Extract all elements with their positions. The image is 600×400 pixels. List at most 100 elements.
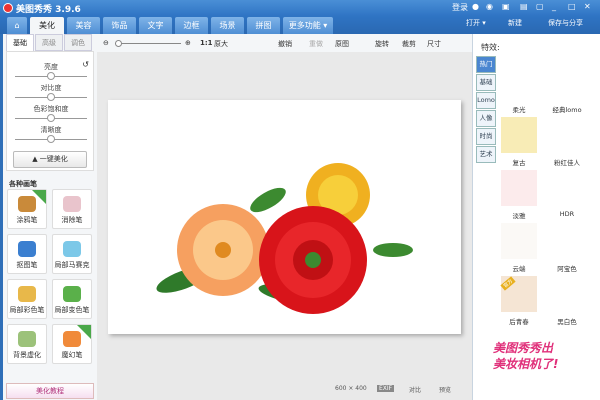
wand-icon: ▲ — [32, 155, 40, 163]
effect-thumbnail[interactable] — [501, 117, 537, 153]
effect-thumbnail[interactable] — [549, 170, 585, 206]
open-button[interactable]: 打开 ▾ — [466, 18, 486, 28]
effects-tab-2[interactable]: Lomo — [476, 92, 496, 109]
home-icon[interactable]: ⌂ — [7, 17, 27, 34]
saturation-slider[interactable] — [15, 114, 87, 122]
subtab-advanced[interactable]: 高级 — [35, 34, 63, 51]
saturation-label: 色彩饱和度 — [33, 105, 69, 113]
undo-button[interactable]: 撤销 — [278, 39, 292, 49]
ratio-button[interactable]: 1:1 — [200, 39, 213, 47]
new-button[interactable]: 新建 — [508, 18, 522, 28]
maximize-icon[interactable]: □ — [568, 2, 576, 11]
zoom-slider[interactable] — [115, 40, 181, 47]
compare-button[interactable]: 对比 — [409, 385, 421, 394]
tab-beautify[interactable]: 美化 — [30, 17, 64, 34]
brush-5[interactable]: 局部变色笔 — [52, 279, 92, 319]
tab-more[interactable]: 更多功能 ▾ — [283, 17, 333, 34]
brush-3[interactable]: 局部马赛克 — [52, 234, 92, 274]
app-title: 美图秀秀 3.9.6 — [16, 5, 81, 15]
brushes-title: 各种画笔 — [9, 180, 37, 188]
image-size: 600 × 400 — [335, 385, 367, 392]
effect-label[interactable]: 淡雅 — [500, 210, 538, 220]
tab-scene[interactable]: 场景 — [211, 17, 244, 34]
brush-2[interactable]: 抠图笔 — [7, 234, 47, 274]
qq-icon[interactable]: ● — [472, 2, 479, 11]
peony-image — [156, 163, 413, 314]
menu-icon[interactable]: ▢ — [536, 2, 544, 11]
effect-thumbnail[interactable] — [501, 170, 537, 206]
effect-label[interactable]: 粉红佳人 — [548, 157, 586, 167]
brush-1[interactable]: 消除笔 — [52, 189, 92, 229]
zoom-out-icon[interactable]: ⊖ — [103, 39, 109, 47]
brush-0[interactable]: 涂鸦笔 — [7, 189, 47, 229]
tab-frame[interactable]: 边框 — [175, 17, 208, 34]
effects-tab-4[interactable]: 时尚 — [476, 128, 496, 145]
brush-label: 局部变色笔 — [54, 306, 90, 314]
original-image-button[interactable]: 原图 — [335, 39, 349, 49]
brush-label: 抠图笔 — [16, 261, 38, 269]
effect-label[interactable]: 复古 — [500, 157, 538, 167]
close-icon[interactable]: ✕ — [584, 2, 591, 11]
effect-label[interactable]: 柔光 — [500, 104, 538, 114]
effect-label[interactable]: 经典lomo — [548, 104, 586, 114]
effect-label[interactable]: 后青春 — [500, 316, 538, 326]
effect-label[interactable]: 云端 — [500, 263, 538, 273]
main-tabs: ⌂ 美化 美容 饰品 文字 边框 场景 拼图 更多功能 ▾ 打开 ▾ 新建 保存… — [0, 16, 600, 34]
tab-accessories[interactable]: 饰品 — [103, 17, 136, 34]
login-link[interactable]: 登录 — [452, 2, 468, 13]
effects-tab-0[interactable]: 热门 — [476, 56, 496, 73]
effect-thumbnail[interactable] — [501, 223, 537, 259]
brush-7[interactable]: 魔幻笔 — [52, 324, 92, 364]
effect-label[interactable]: 黑白色 — [548, 316, 586, 326]
brush-6[interactable]: 背景虚化 — [7, 324, 47, 364]
tab-text[interactable]: 文字 — [139, 17, 172, 34]
subtab-color[interactable]: 调色 — [64, 34, 92, 51]
zoom-in-icon[interactable]: ⊕ — [185, 39, 191, 47]
brightness-slider[interactable] — [15, 72, 87, 80]
brush-4[interactable]: 局部彩色笔 — [7, 279, 47, 319]
crop-button[interactable]: 裁剪 — [402, 39, 416, 49]
tab-face[interactable]: 美容 — [67, 17, 100, 34]
brush-icon — [18, 286, 36, 302]
sharpness-label: 清晰度 — [40, 126, 62, 134]
effect-thumbnail[interactable] — [549, 117, 585, 153]
weibo-icon[interactable]: ◉ — [486, 2, 493, 11]
effect-thumbnail[interactable] — [549, 276, 585, 312]
exif-button[interactable]: EXIF — [377, 385, 395, 392]
feedback-icon[interactable]: ▤ — [520, 2, 528, 11]
brush-icon — [18, 331, 36, 347]
effect-label[interactable]: HDR — [548, 210, 586, 218]
effect-label[interactable]: 阿宝色 — [548, 263, 586, 273]
original-size-button[interactable]: 原大 — [214, 39, 228, 49]
one-key-beautify-button[interactable]: ▲ 一键美化 — [13, 151, 87, 168]
save-share-button[interactable]: 保存与分享 — [548, 18, 583, 28]
minimize-icon[interactable]: _ — [552, 2, 556, 11]
one-key-label: 一键美化 — [39, 155, 68, 163]
effect-thumbnail[interactable] — [501, 64, 537, 100]
sharpness-slider[interactable] — [15, 135, 87, 143]
effect-thumbnail[interactable] — [549, 64, 585, 100]
official-badge: 官方 — [500, 276, 516, 291]
brightness-label: 亮度 — [44, 63, 58, 71]
effects-tab-5[interactable]: 艺术 — [476, 146, 496, 163]
effects-tab-1[interactable]: 基础 — [476, 74, 496, 91]
contrast-label: 对比度 — [40, 84, 62, 92]
effect-thumbnail[interactable]: 官方 — [500, 276, 537, 312]
tab-collage[interactable]: 拼图 — [247, 17, 280, 34]
effect-thumbnail[interactable] — [549, 223, 585, 259]
brush-icon — [63, 241, 81, 257]
rotate-button[interactable]: 旋转 — [375, 39, 389, 49]
promo-banner[interactable]: 美图秀秀出 美妆相机了! — [493, 340, 558, 372]
skin-icon[interactable]: ▣ — [502, 2, 510, 11]
tutorial-button[interactable]: 美化教程 — [6, 383, 94, 399]
brush-icon — [18, 241, 36, 257]
redo-button[interactable]: 重做 — [309, 39, 323, 49]
effects-tab-3[interactable]: 人像 — [476, 110, 496, 127]
title-bar: 美图秀秀 3.9.6 登录 ● ◉ ▣ ▤ ▢ _ □ ✕ — [0, 0, 600, 16]
resize-button[interactable]: 尺寸 — [427, 39, 441, 49]
left-panel: 基础 高级 调色 ↺ 亮度 对比度 色彩饱和度 清晰度 ▲ 一键美化 各种画笔 … — [3, 34, 97, 400]
preview-button[interactable]: 预览 — [439, 385, 451, 394]
photo[interactable] — [108, 100, 461, 334]
contrast-slider[interactable] — [15, 93, 87, 101]
subtab-basic[interactable]: 基础 — [6, 34, 34, 51]
